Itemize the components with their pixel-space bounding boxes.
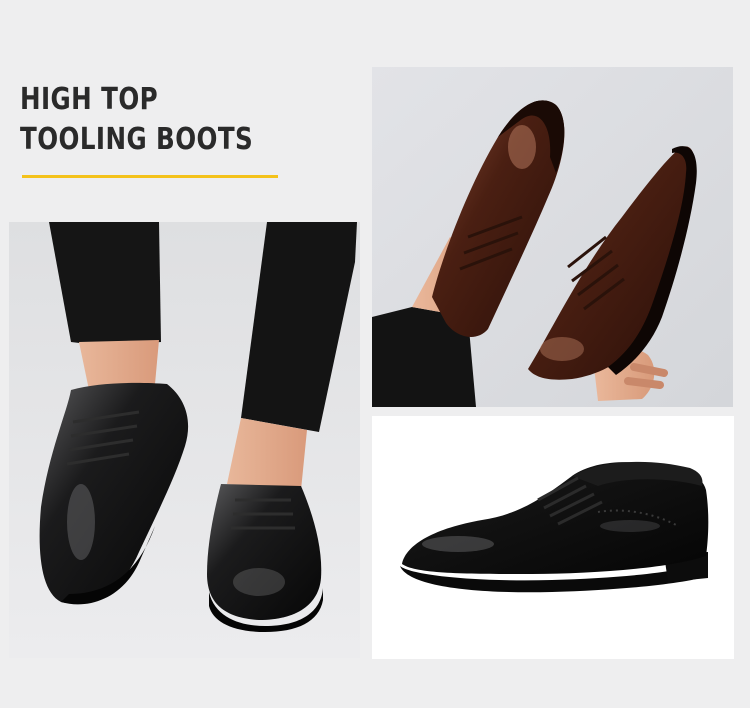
photo-brown-shoes (372, 67, 733, 407)
photo-black-shoe-side (372, 416, 734, 659)
headline-line-2: TOOLING BOOTS (20, 122, 254, 157)
accent-underline (22, 175, 278, 178)
headline: HIGH TOP TOOLING BOOTS (20, 80, 253, 160)
headline-line-1: HIGH TOP (20, 82, 159, 117)
photo-black-shoes-worn (9, 222, 360, 658)
